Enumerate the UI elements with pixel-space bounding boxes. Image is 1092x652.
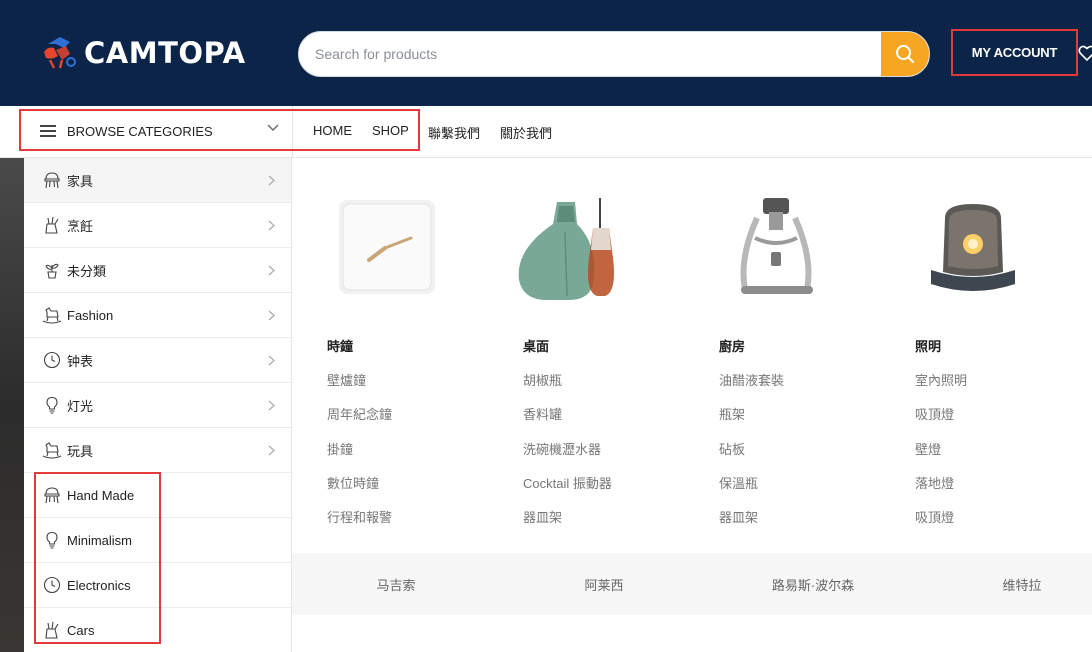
mega-link[interactable]: 掛鐘 bbox=[327, 439, 353, 458]
mega-link[interactable]: 瓶架 bbox=[719, 404, 745, 423]
mega-link[interactable]: 胡椒瓶 bbox=[523, 370, 562, 389]
sidebar-item-label: 家具 bbox=[67, 173, 94, 189]
brand-link[interactable]: 阿莱西 bbox=[504, 575, 704, 594]
mega-link[interactable]: 數位時鐘 bbox=[327, 473, 379, 492]
knife-block-icon bbox=[42, 620, 62, 640]
site-logo[interactable]: CAMTOPA bbox=[40, 34, 246, 72]
lightbulb-icon bbox=[42, 395, 62, 415]
chevron-right-icon bbox=[268, 355, 275, 366]
mega-link[interactable]: 周年紀念鐘 bbox=[327, 404, 392, 423]
sidebar-item-furniture[interactable]: 家具 bbox=[24, 158, 291, 203]
chevron-right-icon bbox=[268, 220, 275, 231]
mega-column-title[interactable]: 時鐘 bbox=[327, 336, 353, 355]
mega-link[interactable]: Cocktail 振動器 bbox=[523, 473, 612, 492]
category-sidebar: 家具 烹飪 未分類 Fashion 钟表 灯光 玩具 Hand Made Min… bbox=[24, 158, 292, 652]
mega-link[interactable]: 落地燈 bbox=[915, 473, 954, 492]
chevron-right-icon bbox=[268, 310, 275, 321]
table-lamp-image[interactable] bbox=[915, 188, 1035, 306]
mega-link[interactable]: 洗碗機瀝水器 bbox=[523, 439, 601, 458]
chevron-right-icon bbox=[268, 445, 275, 456]
mega-link[interactable]: 砧板 bbox=[719, 439, 745, 458]
sidebar-item-uncategorized[interactable]: 未分類 bbox=[24, 248, 291, 293]
sidebar-item-label: Minimalism bbox=[67, 532, 132, 548]
sidebar-item-toys[interactable]: 玩具 bbox=[24, 428, 291, 473]
mega-link[interactable]: 壁爐鐘 bbox=[327, 370, 366, 389]
knife-block-icon bbox=[42, 215, 62, 235]
mega-link[interactable]: 行程和報警 bbox=[327, 507, 392, 526]
background-image-strip bbox=[0, 158, 24, 652]
nav-divider bbox=[292, 106, 293, 158]
mega-link[interactable]: 吸頂燈 bbox=[915, 507, 954, 526]
mega-link[interactable]: 室內照明 bbox=[915, 370, 967, 389]
mega-link[interactable]: 吸頂燈 bbox=[915, 404, 954, 423]
sidebar-item-label: 玩具 bbox=[67, 443, 94, 459]
sidebar-item-electronics[interactable]: Electronics bbox=[24, 563, 291, 608]
mega-link[interactable]: 香料罐 bbox=[523, 404, 562, 423]
sidebar-item-label: Cars bbox=[67, 622, 95, 638]
chevron-right-icon bbox=[268, 265, 275, 276]
site-header: CAMTOPA MY ACCOUNT bbox=[0, 0, 1092, 106]
sidebar-item-label: 灯光 bbox=[67, 398, 94, 414]
nav-link-contact[interactable]: 聯繫我們 bbox=[428, 123, 480, 142]
brand-link[interactable]: 维特拉 bbox=[922, 575, 1092, 594]
chevron-right-icon bbox=[268, 175, 275, 186]
heart-icon[interactable] bbox=[1078, 44, 1092, 62]
lightbulb-icon bbox=[42, 530, 62, 550]
plant-icon bbox=[42, 260, 62, 280]
search-icon bbox=[896, 45, 915, 64]
sidebar-item-clocks[interactable]: 钟表 bbox=[24, 338, 291, 383]
clock-icon bbox=[42, 575, 62, 595]
sidebar-item-label: 钟表 bbox=[67, 353, 94, 369]
sidebar-item-label: Electronics bbox=[67, 577, 131, 593]
sidebar-item-hand-made[interactable]: Hand Made bbox=[24, 473, 291, 518]
espresso-press-image[interactable] bbox=[719, 188, 839, 306]
wall-clock-image[interactable] bbox=[327, 188, 447, 306]
chevron-right-icon bbox=[268, 400, 275, 411]
sidebar-item-minimalism[interactable]: Minimalism bbox=[24, 518, 291, 563]
sidebar-item-lighting[interactable]: 灯光 bbox=[24, 383, 291, 428]
sidebar-item-label: 未分類 bbox=[67, 263, 107, 279]
mega-column-title[interactable]: 照明 bbox=[915, 336, 941, 355]
mega-link[interactable]: 保溫瓶 bbox=[719, 473, 758, 492]
sidebar-item-label: 烹飪 bbox=[67, 218, 94, 234]
sidebar-item-cooking[interactable]: 烹飪 bbox=[24, 203, 291, 248]
sidebar-item-label: Fashion bbox=[67, 307, 114, 323]
rocking-horse-icon bbox=[42, 440, 62, 460]
nav-link-shop[interactable]: SHOP bbox=[372, 123, 409, 138]
brand-bar: 马吉索 阿莱西 路易斯·波尔森 维特拉 bbox=[292, 553, 1092, 615]
sidebar-item-cars[interactable]: Cars bbox=[24, 608, 291, 652]
browse-categories-label: BROWSE CATEGORIES bbox=[67, 123, 213, 139]
nav-link-about[interactable]: 關於我們 bbox=[500, 123, 552, 142]
search-button[interactable] bbox=[881, 32, 929, 76]
my-account-label: MY ACCOUNT bbox=[971, 45, 1058, 60]
mega-link[interactable]: 壁燈 bbox=[915, 439, 941, 458]
main-nav: BROWSE CATEGORIES HOME SHOP 聯繫我們 關於我們 bbox=[0, 106, 1092, 158]
my-account-button[interactable]: MY ACCOUNT bbox=[951, 29, 1078, 76]
search-input[interactable] bbox=[299, 32, 883, 76]
hamburger-icon bbox=[40, 125, 56, 137]
mega-link[interactable]: 器皿架 bbox=[523, 507, 562, 526]
mega-menu: 時鐘 壁爐鐘 周年紀念鐘 掛鐘 數位時鐘 行程和報警 桌面 胡椒瓶 香料罐 洗碗… bbox=[292, 158, 1092, 652]
brand-link[interactable]: 路易斯·波尔森 bbox=[713, 575, 913, 594]
mega-column-title[interactable]: 廚房 bbox=[719, 336, 745, 355]
sidebar-item-label: Hand Made bbox=[67, 487, 135, 503]
browse-categories-button[interactable]: BROWSE CATEGORIES bbox=[21, 111, 293, 151]
logo-text: CAMTOPA bbox=[84, 36, 246, 70]
clock-icon bbox=[42, 350, 62, 370]
logo-icon bbox=[44, 37, 76, 69]
sidebar-item-fashion[interactable]: Fashion bbox=[24, 293, 291, 338]
rocking-horse-icon bbox=[42, 305, 62, 325]
search-bar bbox=[298, 31, 930, 77]
mega-column-title[interactable]: 桌面 bbox=[523, 336, 549, 355]
nav-link-home[interactable]: HOME bbox=[313, 123, 352, 138]
carafe-image[interactable] bbox=[513, 188, 633, 306]
mega-link[interactable]: 器皿架 bbox=[719, 507, 758, 526]
brand-link[interactable]: 马吉索 bbox=[296, 575, 496, 594]
mega-link[interactable]: 油醋液套裝 bbox=[719, 370, 784, 389]
chair-icon bbox=[42, 485, 62, 505]
chevron-down-icon bbox=[267, 124, 279, 131]
chair-icon bbox=[42, 170, 62, 190]
